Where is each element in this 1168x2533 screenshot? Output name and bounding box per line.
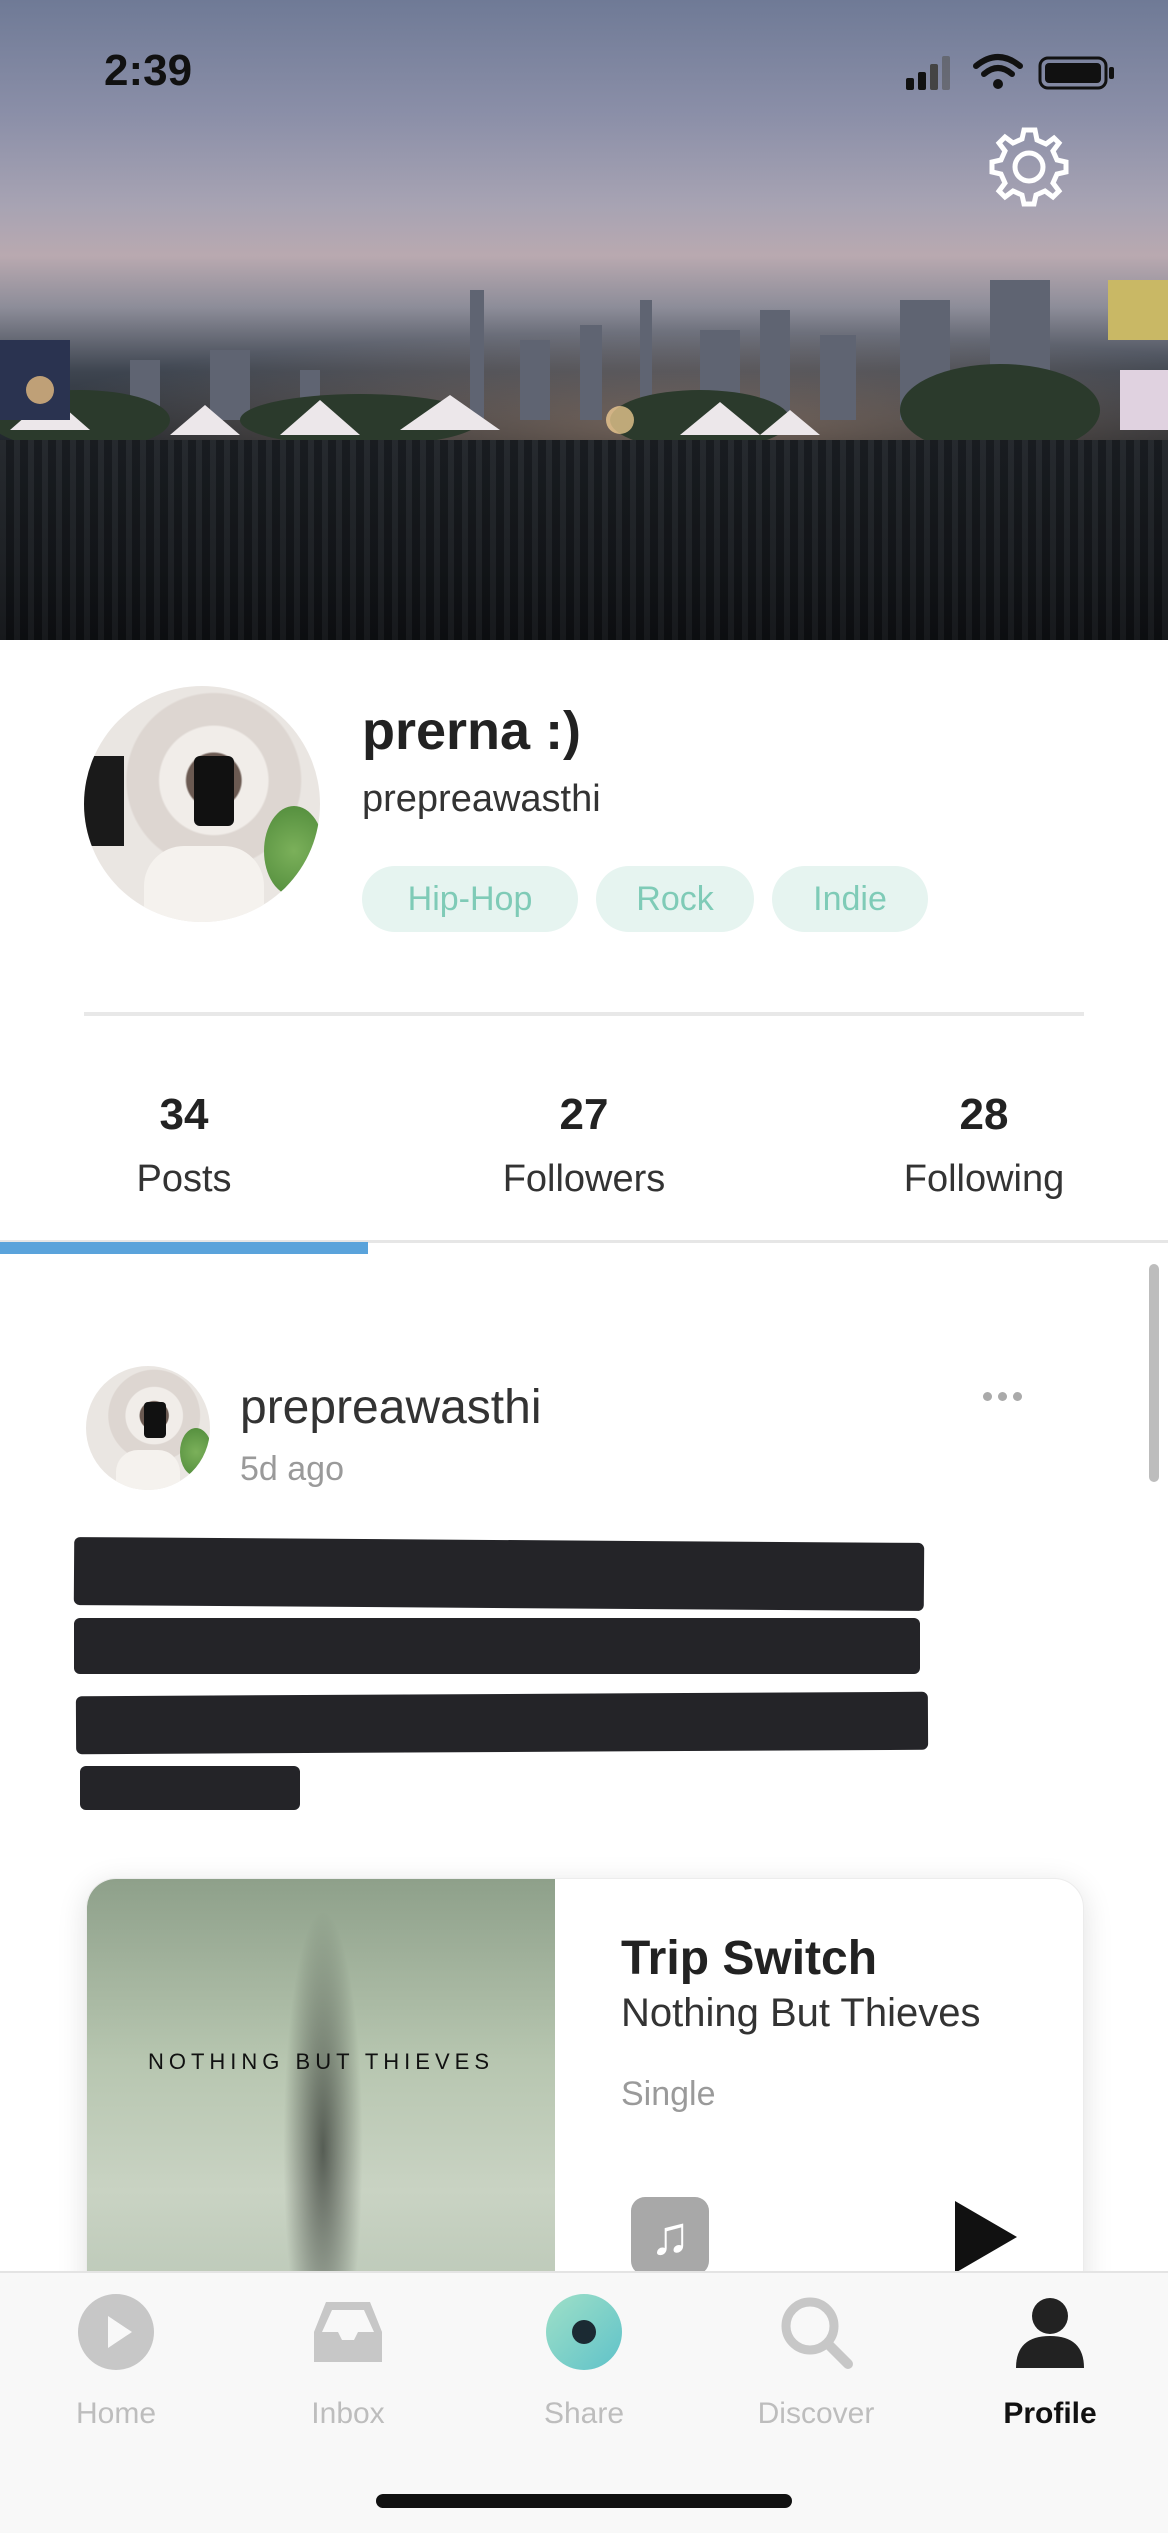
nav-profile-label: Profile: [1003, 2397, 1097, 2430]
settings-gear-icon[interactable]: [986, 124, 1072, 210]
music-note-icon[interactable]: ♫: [631, 2197, 709, 2275]
genre-tag-hiphop[interactable]: Hip-Hop: [362, 866, 578, 932]
wifi-icon: [973, 54, 1023, 77]
profile-avatar[interactable]: [84, 686, 320, 922]
signal-icon: [906, 56, 950, 90]
play-icon[interactable]: [955, 2201, 1017, 2273]
following-label: Following: [903, 1158, 1065, 1200]
nav-inbox[interactable]: Inbox: [258, 2292, 438, 2431]
nav-share[interactable]: Share: [494, 2292, 674, 2431]
nav-discover[interactable]: Discover: [726, 2292, 906, 2431]
status-icons: [906, 54, 1114, 90]
profile-header-photo: 2:39: [0, 0, 1168, 640]
release-type: Single: [621, 2075, 716, 2113]
tab-posts[interactable]: 34 Posts: [34, 1090, 334, 1201]
crowd: [0, 440, 1168, 640]
display-name: prerna :): [362, 701, 582, 761]
posts-count: 34: [159, 1090, 209, 1139]
status-time: 2:39: [104, 46, 193, 95]
followers-count: 27: [559, 1090, 609, 1139]
home-indicator[interactable]: [376, 2494, 792, 2508]
posts-label: Posts: [136, 1158, 232, 1200]
tab-following[interactable]: 28 Following: [834, 1090, 1134, 1201]
share-record-icon: [546, 2294, 622, 2370]
redacted-text-line: [74, 1618, 920, 1674]
followers-label: Followers: [502, 1158, 666, 1200]
post-author-avatar[interactable]: [86, 1366, 210, 1490]
genre-tag-rock[interactable]: Rock: [596, 866, 754, 932]
nav-home-label: Home: [75, 2397, 157, 2430]
more-options-icon[interactable]: [980, 1388, 1040, 1418]
scrollbar[interactable]: [1149, 1264, 1159, 1482]
nav-discover-label: Discover: [757, 2397, 875, 2430]
search-icon: [781, 2297, 853, 2369]
battery-icon: [1038, 56, 1114, 90]
play-circle-icon: [78, 2294, 154, 2370]
genre-tag-indie[interactable]: Indie: [772, 866, 928, 932]
post-author-name[interactable]: prepreawasthi: [240, 1380, 542, 1435]
redacted-text-line: [73, 1537, 925, 1611]
nav-profile[interactable]: Profile: [960, 2292, 1140, 2431]
nav-share-label: Share: [543, 2397, 625, 2430]
tab-followers[interactable]: 27 Followers: [434, 1090, 734, 1201]
person-icon: [1016, 2298, 1084, 2368]
divider: [84, 1012, 1084, 1016]
following-count: 28: [959, 1090, 1009, 1139]
redacted-text-line: [80, 1766, 300, 1810]
nav-home[interactable]: Home: [26, 2292, 206, 2431]
post-timestamp: 5d ago: [240, 1450, 344, 1488]
song-artist: Nothing But Thieves: [621, 1991, 981, 2035]
nav-inbox-label: Inbox: [311, 2397, 385, 2430]
active-tab-indicator: [0, 1242, 368, 1254]
song-title: Trip Switch: [621, 1932, 878, 1985]
username: prepreawasthi: [362, 778, 601, 820]
album-cover-text: NOTHING BUT THIEVES: [147, 2049, 494, 2074]
inbox-tray-icon: [314, 2302, 382, 2362]
redacted-text-line: [75, 1691, 929, 1755]
